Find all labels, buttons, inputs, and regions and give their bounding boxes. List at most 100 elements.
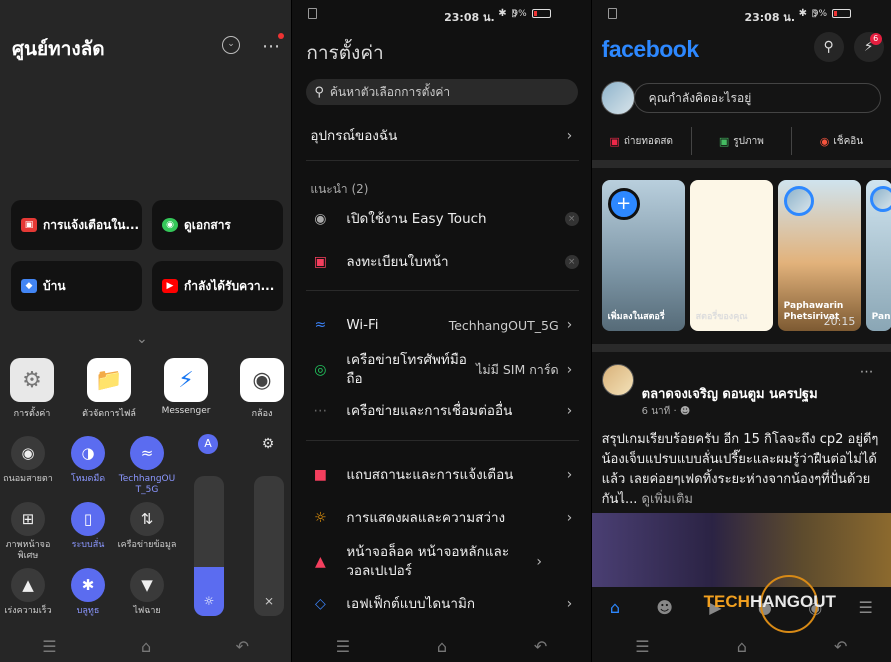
app-label: ตัวจัดการไฟล์ <box>82 409 136 419</box>
avatar <box>869 186 891 212</box>
menu-icon[interactable]: ☰ <box>336 637 350 656</box>
toggle-label: ภาพหน้าจอพิเศษ <box>5 540 51 561</box>
home-icon[interactable]: ⌂ <box>141 637 151 656</box>
my-device-row[interactable]: อุปกรณ์ของฉัน › <box>292 121 590 151</box>
statusbar-notification-row[interactable]: ■ แถบสถานะและการแจ้งเตือน › <box>292 460 590 490</box>
messenger-badge: 6 <box>869 33 882 45</box>
live-button[interactable]: ▣ ถ่ายทอดสด <box>592 127 692 155</box>
auto-brightness-icon[interactable]: A <box>198 434 218 454</box>
row-label: เครือข่ายโทรศัพท์มือถือ <box>346 352 467 387</box>
toggle-label: โหมดมืด <box>70 474 106 484</box>
story-friend-partial[interactable]: Pan <box>865 180 891 331</box>
bluetooth-icon: ✱ <box>798 8 807 19</box>
other-network-row[interactable]: ⋯ เครือข่ายและการเชื่อมต่ออื่น › <box>292 396 590 426</box>
watermark-part-a: TECH <box>703 592 750 611</box>
back-icon[interactable]: ↶ <box>834 637 847 656</box>
toggle-eye-comfort[interactable]: ◉ ถนอมสายตา <box>0 436 58 485</box>
row-value: ไม่มี SIM การ์ด <box>476 362 559 377</box>
action-label: เช็คอิน <box>833 135 864 147</box>
close-icon[interactable]: × <box>564 212 579 226</box>
groups-tab-icon[interactable]: ☻ <box>656 598 673 617</box>
toggle-screenshot[interactable]: ⊞ ภาพหน้าจอพิเศษ <box>0 502 58 562</box>
toggle-label: ถนอมสายตา <box>3 474 53 484</box>
divider <box>306 160 579 161</box>
search-input[interactable]: ⚲ ค้นหาตัวเลือกการตั้งค่า <box>306 79 579 105</box>
wifi-icon: ≈ <box>130 436 164 470</box>
suggest-header: แนะนำ (2) <box>310 182 369 196</box>
row-value: TechhangOUT_5G <box>448 317 559 333</box>
home-icon[interactable]: ⌂ <box>437 637 447 656</box>
app-camera[interactable]: ◉ กล้อง <box>232 358 291 420</box>
suggestion-row-0[interactable]: ◉ เปิดใช้งาน Easy Touch × <box>292 204 590 234</box>
toggle-bluetooth[interactable]: ✱ บลูทูธ <box>58 568 118 617</box>
menu-icon[interactable]: ☰ <box>42 637 56 656</box>
feed-divider <box>591 160 891 168</box>
back-icon[interactable]: ↶ <box>236 637 249 656</box>
composer-actions: ▣ ถ่ายทอดสด ▣ รูปภาพ ◉ เช็คอิน <box>592 127 891 155</box>
expand-chevron-icon[interactable]: ⌄ <box>136 331 148 347</box>
lockscreen-wallpaper-row[interactable]: ▲ หน้าจอล็อค หน้าจอหลักและวอลเปเปอร์ › <box>292 542 590 582</box>
settings-app-icon: ⚙ <box>10 358 54 402</box>
avatar[interactable] <box>600 81 635 115</box>
toggle-mobile-data[interactable]: ⇅ เครือข่ายข้อมูล <box>117 502 177 551</box>
wifi-row[interactable]: ≈ Wi-Fi TechhangOUT_5G › <box>292 310 590 340</box>
gear-icon[interactable]: ⚙ <box>258 434 278 454</box>
mobile-network-row[interactable]: ◎ เครือข่ายโทรศัพท์มือถือ ไม่มี SIM การ์… <box>292 350 590 390</box>
toggle-wifi[interactable]: ≈ TechhangOUT_5G <box>117 436 177 496</box>
shirt-icon: ▲ <box>314 554 326 570</box>
avatar[interactable] <box>601 364 634 396</box>
close-icon[interactable]: × <box>564 255 579 269</box>
home-tab-icon[interactable]: ⌂ <box>610 598 620 617</box>
row-label: เปิดใช้งาน Easy Touch <box>346 210 487 227</box>
app-settings[interactable]: ⚙ การตั้งค่า <box>2 358 62 420</box>
menu-icon[interactable]: ☰ <box>635 637 649 656</box>
shortcut-card-1[interactable]: ◉ ดูเอกสาร <box>152 200 283 250</box>
shortcut-card-label: กำลังได้รับควา... <box>184 278 275 293</box>
story-yours[interactable]: สตอรี่ของคุณ <box>689 180 773 331</box>
dynamic-effects-row[interactable]: ◇ เอฟเฟ็กต์แบบไดนามิก › <box>292 589 590 619</box>
system-navbar: ☰ ⌂ ↶ <box>292 630 590 662</box>
display-brightness-row[interactable]: ☼ การแสดงผลและความสว่าง › <box>292 503 590 533</box>
notification-dot <box>278 33 284 39</box>
row-label: หน้าจอล็อค หน้าจอหลักและวอลเปเปอร์ <box>346 544 510 579</box>
post-photo[interactable] <box>591 513 891 587</box>
suggestion-row-1[interactable]: ▣ ลงทะเบียนใบหน้า × <box>292 247 590 277</box>
photo-button[interactable]: ▣ รูปภาพ <box>692 127 792 155</box>
action-label: รูปภาพ <box>733 135 764 147</box>
crop-icon: ⊞ <box>11 502 45 536</box>
more-icon[interactable]: ⋯ <box>262 36 281 57</box>
app-messenger[interactable]: ⚡ Messenger <box>156 358 216 416</box>
toggle-label: TechhangOUT_5G <box>118 474 176 495</box>
post-author[interactable]: ตลาดจงเจริญ ดอนตูม นครปฐม <box>642 383 818 404</box>
shortcut-card-2[interactable]: ◆ บ้าน <box>11 261 142 311</box>
more-icon: ⋯ <box>313 403 328 419</box>
rocket-icon: ▲ <box>11 568 45 602</box>
toggle-vibrate[interactable]: ▯ ระบบสั่น <box>58 502 118 551</box>
brightness-slider[interactable]: ☼ <box>194 476 224 616</box>
calendar-icon: ▣ <box>21 218 37 232</box>
story-create[interactable]: + เพิ่มลงในสตอรี่ <box>601 180 685 331</box>
volume-slider[interactable]: ⨯ <box>254 476 284 616</box>
story-caption: เพิ่มลงในสตอรี่ <box>607 312 665 322</box>
back-icon[interactable]: ↶ <box>534 637 547 656</box>
shortcut-card-3[interactable]: ▶ กำลังได้รับควา... <box>152 261 283 311</box>
whats-on-mind-input[interactable]: คุณกำลังคิดอะไรอยู่ <box>633 83 881 113</box>
friends-icon: ☻ <box>679 406 691 417</box>
see-more-link[interactable]: ดูเพิ่มเติม <box>642 492 693 507</box>
menu-tab-icon[interactable]: ☰ <box>858 598 872 617</box>
toggle-boost[interactable]: ▲ เร่งความเร็ว <box>0 568 58 617</box>
checkin-icon: ◉ <box>819 134 830 148</box>
search-icon[interactable]: ⚲ <box>813 32 844 62</box>
app-files[interactable]: 📁 ตัวจัดการไฟล์ <box>79 358 139 420</box>
more-icon[interactable]: ⋯ <box>860 364 874 380</box>
battery-icon <box>531 9 551 18</box>
watermark-text: TECHHANGOUT <box>704 592 836 612</box>
shortcut-card-0[interactable]: ▣ การแจ้งเตือนใน... <box>11 200 142 250</box>
story-friend[interactable]: Paphawarin Phetsirivat 20:15 <box>777 180 861 331</box>
add-story-icon: + <box>607 188 640 220</box>
toggle-dark-mode[interactable]: ◑ โหมดมืด <box>58 436 118 485</box>
toggle-flashlight[interactable]: ▼ ไฟฉาย <box>117 568 177 617</box>
checkin-button[interactable]: ◉ เช็คอิน <box>792 127 891 155</box>
home-icon[interactable]: ⌂ <box>737 637 747 656</box>
collapse-icon[interactable]: ⌄ <box>222 36 240 54</box>
